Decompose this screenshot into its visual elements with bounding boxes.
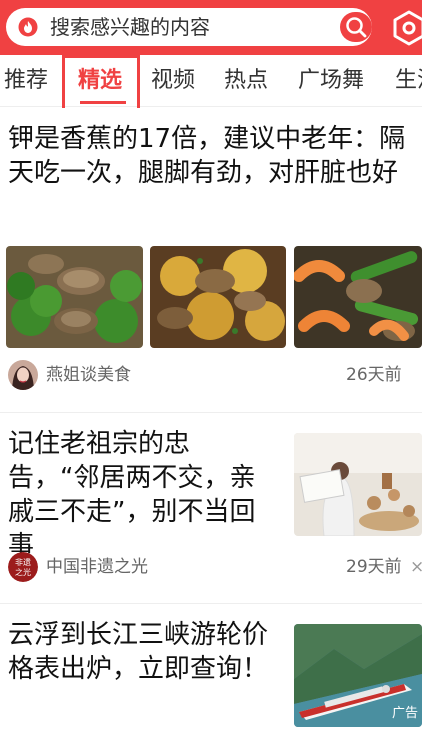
article-source[interactable]: 燕姐谈美食 — [46, 364, 131, 386]
article-time: 29天前 — [346, 557, 402, 577]
tab-hot[interactable]: 热点 — [224, 67, 268, 95]
avatar[interactable] — [8, 360, 38, 390]
ad-card[interactable]: 云浮到长江三峡游轮价格表出炉，立即查询！ 广告 — [0, 604, 422, 751]
ad-label: 广告 — [391, 706, 418, 721]
hexagon-icon[interactable] — [392, 10, 422, 46]
dismiss-button[interactable]: × — [410, 556, 422, 578]
article-meta: 非遗 之光 中国非遗之光 29天前 × — [8, 552, 422, 582]
search-bar[interactable]: 搜索感兴趣的内容 — [6, 8, 372, 46]
svg-text:非遗: 非遗 — [15, 557, 31, 567]
article-thumbnail[interactable] — [294, 433, 422, 536]
tab-life[interactable]: 生活 — [395, 67, 422, 95]
article-title[interactable]: 记住老祖宗的忠告，“邻居两不交，亲戚三不走”，别不当回事 — [8, 427, 280, 563]
tab-highlight-box — [62, 55, 140, 115]
tab-recommend[interactable]: 推荐 — [4, 67, 48, 95]
article-thumbnail[interactable] — [294, 246, 422, 348]
flame-logo-icon — [18, 17, 38, 37]
search-icon — [346, 17, 367, 38]
tab-video[interactable]: 视频 — [151, 67, 195, 95]
search-placeholder[interactable]: 搜索感兴趣的内容 — [50, 15, 210, 39]
article-thumbnail[interactable] — [6, 246, 143, 348]
article-thumbnail[interactable] — [150, 246, 286, 348]
top-header: 搜索感兴趣的内容 — [0, 0, 422, 55]
svg-text:之光: 之光 — [15, 567, 31, 577]
ad-thumbnail[interactable]: 广告 — [294, 624, 422, 727]
tab-square-dance[interactable]: 广场舞 — [298, 67, 364, 95]
avatar[interactable]: 非遗 之光 — [8, 552, 38, 582]
article-time: 26天前 — [346, 365, 402, 385]
search-button[interactable] — [340, 12, 372, 42]
article-card[interactable]: 钾是香蕉的17倍，建议中老年：隔天吃一次，腿脚有劲，对肝脏也好 燕姐谈美食 26… — [0, 108, 422, 412]
article-card[interactable]: 记住老祖宗的忠告，“邻居两不交，亲戚三不走”，别不当回事 非遗 之光 中国非遗之… — [0, 413, 422, 603]
article-source[interactable]: 中国非遗之光 — [46, 556, 148, 578]
article-meta: 燕姐谈美食 26天前 — [8, 360, 422, 390]
ad-title[interactable]: 云浮到长江三峡游轮价格表出炉，立即查询！ — [8, 618, 280, 686]
article-title[interactable]: 钾是香蕉的17倍，建议中老年：隔天吃一次，腿脚有劲，对肝脏也好 — [8, 122, 416, 190]
